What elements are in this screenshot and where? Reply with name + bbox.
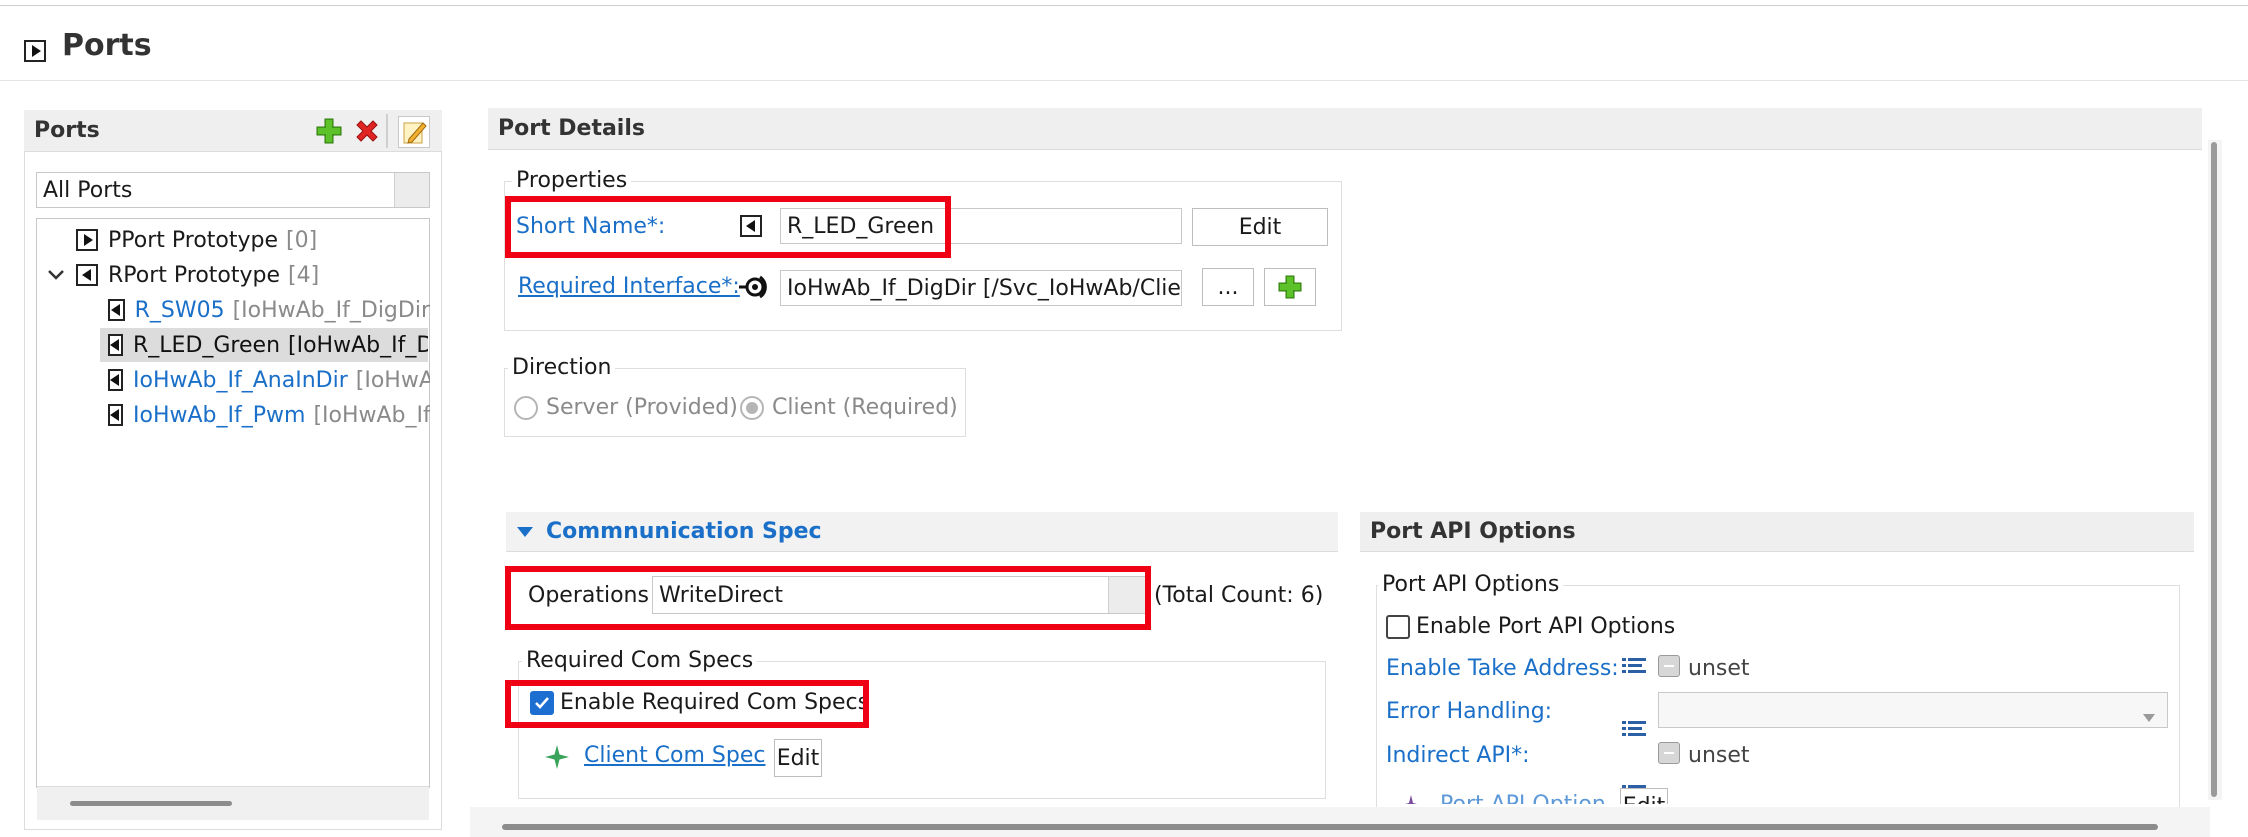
take-address-toggle[interactable] <box>1658 655 1680 677</box>
collapse-triangle-icon <box>76 264 98 286</box>
client-com-spec-edit-button[interactable]: Edit <box>774 739 822 777</box>
port-api-group-label: Port API Options <box>1378 572 1564 597</box>
comm-spec-title: Commnunication Spec <box>546 519 822 544</box>
tree-scrollbar-thumb[interactable] <box>70 801 232 806</box>
checkbox-unchecked-icon <box>1386 614 1410 639</box>
highlight-box-enable-required <box>505 680 869 728</box>
pencil-icon <box>403 122 427 144</box>
chevron-down-icon[interactable] <box>46 265 66 285</box>
port-api-option-edit-button[interactable]: Edit <box>1620 788 1668 804</box>
port-interface: [IoHwAb_If_DigDir <box>232 297 430 323</box>
required-interface-value: IoHwAb_If_DigDir [/Svc_IoHwAb/Clier <box>787 275 1182 301</box>
port-triangle-icon <box>108 369 123 391</box>
port-details-header: Port Details <box>488 108 2202 150</box>
tree-node-label: RPort Prototype <box>108 262 281 288</box>
expand-triangle-icon <box>24 40 46 62</box>
tree-node-label: PPort Prototype <box>108 227 279 253</box>
delete-port-button[interactable] <box>352 116 382 146</box>
properties-group-label: Properties <box>512 168 632 193</box>
expand-triangle-icon <box>76 229 98 251</box>
error-handling-label: Error Handling: <box>1386 699 1553 724</box>
window-top-edge <box>0 0 2248 6</box>
client-required-radio[interactable]: Client (Required) <box>740 395 958 420</box>
port-name: R_LED_Green <box>133 332 281 358</box>
take-address-label: Enable Take Address: <box>1386 656 1619 681</box>
short-name-edit-button[interactable]: Edit <box>1192 208 1328 246</box>
plus-icon <box>316 118 342 144</box>
port-name: IoHwAb_If_AnaInDir <box>133 367 348 393</box>
direction-group-label: Direction <box>508 355 616 380</box>
tree-node-count: [4] <box>288 262 320 288</box>
indirect-api-value: unset <box>1688 743 1750 768</box>
highlight-box-operations <box>505 566 1151 630</box>
client-com-spec-star-icon <box>544 744 570 776</box>
tree-item-iohwab-if-anaindir[interactable]: IoHwAb_If_AnaInDir [IoHwA <box>108 364 430 396</box>
highlight-box-short-name <box>505 196 951 258</box>
edit-port-button[interactable] <box>398 116 430 148</box>
comm-spec-header[interactable]: Commnunication Spec <box>506 512 1338 552</box>
add-interface-button[interactable] <box>1264 268 1316 306</box>
port-triangle-icon <box>108 299 125 321</box>
server-provided-radio[interactable]: Server (Provided) <box>514 395 738 420</box>
details-vertical-scrollbar[interactable] <box>2211 142 2217 797</box>
interface-connector-icon <box>738 272 770 308</box>
port-api-option-star-icon <box>1400 794 1422 804</box>
tree-item-r-sw05[interactable]: R_SW05 [IoHwAb_If_DigDir <box>108 294 430 326</box>
required-interface-input[interactable]: IoHwAb_If_DigDir [/Svc_IoHwAb/Clier <box>780 270 1182 306</box>
indirect-api-toggle[interactable] <box>1658 742 1680 764</box>
tree-node-count: [0] <box>286 227 318 253</box>
page-title: Ports <box>62 28 152 63</box>
tree-node-pport[interactable]: PPort Prototype [0] <box>76 224 426 256</box>
filter-dropdown-button[interactable] <box>394 173 429 207</box>
collapse-toggle[interactable] <box>24 40 46 62</box>
required-interface-link[interactable]: Required Interface*: <box>518 274 740 299</box>
required-com-specs-label: Required Com Specs <box>522 648 758 673</box>
operations-total-count: (Total Count: 6) <box>1154 583 1324 608</box>
port-filter-value: All Ports <box>43 177 133 203</box>
add-port-button[interactable] <box>314 116 344 146</box>
indirect-api-label: Indirect API*: <box>1386 743 1530 768</box>
plus-icon <box>1278 275 1302 299</box>
tree-item-r-led-green[interactable]: R_LED_Green [IoHwAb_If_D <box>108 329 428 361</box>
radio-off-icon <box>514 395 538 420</box>
chevron-down-icon <box>2142 704 2156 729</box>
port-name: R_SW05 <box>134 297 225 323</box>
browse-label: ... <box>1217 274 1239 300</box>
toolbar-divider <box>386 114 388 148</box>
server-provided-label: Server (Provided) <box>546 395 738 420</box>
client-required-label: Client (Required) <box>772 395 958 420</box>
list-mode-icon[interactable] <box>1622 719 1646 739</box>
port-details-title: Port Details <box>498 116 645 141</box>
edit-label: Edit <box>1238 214 1282 240</box>
port-name: IoHwAb_If_Pwm <box>133 402 306 428</box>
details-horizontal-scrollbar[interactable] <box>502 824 2158 830</box>
enable-port-api-checkbox[interactable]: Enable Port API Options <box>1386 614 1675 639</box>
port-interface: [IoHwAb_If <box>313 402 430 428</box>
client-com-spec-link[interactable]: Client Com Spec <box>584 743 766 768</box>
ports-panel-title: Ports <box>34 118 100 143</box>
edit-label: Edit <box>1623 794 1666 805</box>
delete-x-icon <box>356 120 378 142</box>
header-divider <box>0 80 2248 81</box>
error-handling-select[interactable] <box>1658 692 2168 728</box>
tree-item-iohwab-if-pwm[interactable]: IoHwAb_If_Pwm [IoHwAb_If <box>108 399 430 431</box>
tree-node-rport[interactable]: RPort Prototype [4] <box>46 259 426 291</box>
details-horizontal-scroll-track <box>470 807 2210 837</box>
radio-on-icon <box>740 395 764 420</box>
take-address-value: unset <box>1688 656 1750 681</box>
port-api-title: Port API Options <box>1370 519 1576 544</box>
port-filter-input[interactable]: All Ports <box>36 172 430 208</box>
enable-port-api-label: Enable Port API Options <box>1416 614 1676 639</box>
edit-label: Edit <box>776 745 820 771</box>
port-triangle-icon <box>108 404 123 426</box>
port-api-header: Port API Options <box>1360 512 2194 552</box>
port-triangle-icon <box>108 334 123 356</box>
port-api-option-row: Port API Option Edit <box>1376 786 2196 804</box>
browse-interface-button[interactable]: ... <box>1202 268 1254 306</box>
port-api-option-link[interactable]: Port API Option <box>1440 792 1606 804</box>
port-interface: [IoHwAb_If_D <box>288 332 428 358</box>
chevron-down-icon <box>517 526 533 537</box>
list-mode-icon[interactable] <box>1622 656 1646 676</box>
port-interface: [IoHwA <box>355 367 430 393</box>
